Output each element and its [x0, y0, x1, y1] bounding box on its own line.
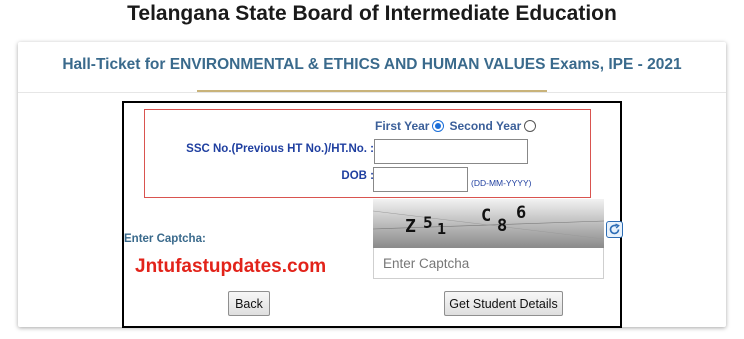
captcha-char: 5: [423, 213, 433, 232]
hall-ticket-card: Hall-Ticket for ENVIRONMENTAL & ETHICS A…: [18, 42, 726, 328]
captcha-char: Z: [405, 216, 416, 237]
captcha-input[interactable]: [373, 248, 604, 279]
header-divider: [18, 92, 726, 93]
student-details-box: First Year Second Year SSC No.(Previous …: [144, 109, 591, 198]
second-year-radio[interactable]: [524, 120, 537, 132]
get-student-details-button[interactable]: Get Student Details: [444, 291, 563, 316]
back-button[interactable]: Back: [228, 291, 270, 316]
refresh-icon: [609, 223, 620, 235]
dob-format-hint: (DD-MM-YYYY): [471, 178, 532, 188]
ssc-number-label: SSC No.(Previous HT No.)/HT.No. :: [186, 143, 374, 155]
ssc-number-input[interactable]: [374, 139, 528, 164]
captcha-char: 6: [516, 203, 527, 223]
refresh-captcha-icon[interactable]: [606, 221, 623, 238]
first-year-radio[interactable]: [432, 120, 445, 132]
dob-label: DOB :: [341, 170, 374, 182]
second-year-label: Second Year: [449, 119, 522, 133]
captcha-image: Z 5 1 C 8 6: [373, 199, 604, 248]
year-selector: First Year Second Year: [373, 118, 537, 134]
captcha-char: 1: [437, 220, 447, 238]
page-heading: Telangana State Board of Intermediate Ed…: [127, 2, 617, 25]
dob-input[interactable]: [373, 167, 468, 192]
captcha-label: Enter Captcha:: [124, 233, 206, 245]
captcha-char: 8: [497, 216, 508, 236]
watermark-text: Jntufastupdates.com: [135, 256, 327, 277]
captcha-char: C: [481, 206, 492, 226]
card-title: Hall-Ticket for ENVIRONMENTAL & ETHICS A…: [62, 56, 682, 73]
hall-ticket-form: First Year Second Year SSC No.(Previous …: [122, 101, 623, 328]
first-year-label: First Year: [375, 119, 430, 133]
